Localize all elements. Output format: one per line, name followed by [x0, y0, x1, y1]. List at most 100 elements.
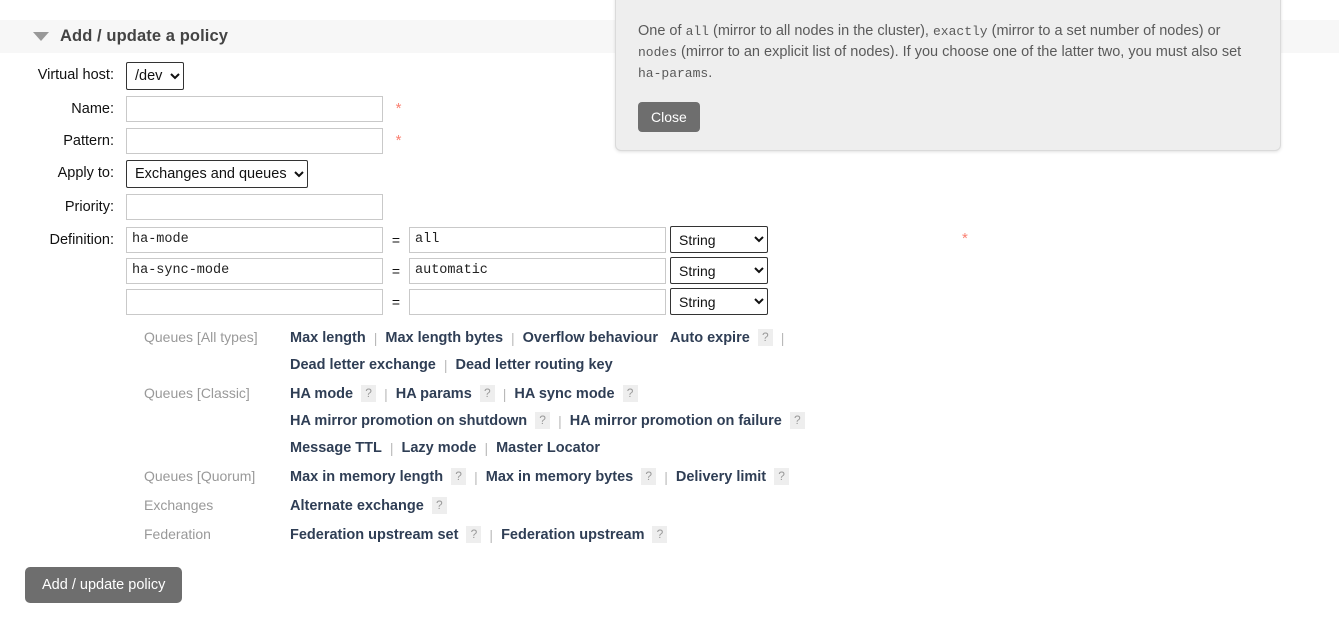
help-icon[interactable]: ?	[431, 497, 447, 514]
help-icon[interactable]: ?	[789, 412, 805, 429]
inline-code: all	[685, 24, 709, 39]
definition-value-input[interactable]	[409, 257, 666, 284]
preset-link[interactable]: Overflow behaviour	[523, 325, 658, 351]
help-icon[interactable]: ?	[479, 385, 495, 402]
preset-link[interactable]: Max in memory length	[290, 464, 443, 490]
preset-link[interactable]: Max length bytes	[385, 325, 503, 351]
preset-link-line: Federation upstream set? | Federation upst…	[290, 521, 679, 548]
preset-link-line: HA mode? | HA params? | HA sync mode?	[290, 380, 817, 407]
apply-to-label: Apply to:	[57, 165, 114, 181]
separator: |	[389, 439, 394, 456]
separator: |	[484, 439, 489, 456]
separator: |	[558, 412, 562, 429]
definition-equals-sign: =	[391, 231, 401, 248]
help-icon[interactable]: ?	[622, 385, 638, 402]
preset-link[interactable]: Federation upstream	[501, 522, 644, 548]
definition-type-select[interactable]: StringNumberBooleanList	[670, 288, 768, 315]
definition-required-marker: *	[962, 230, 968, 247]
apply-to-field-area: Exchanges and queuesExchangesQueues	[126, 160, 308, 188]
form-row-definition: Definition: = StringNumberBooleanList = Str…	[0, 226, 1000, 319]
form-row-apply-to: Apply to: Exchanges and queuesExchangesQ…	[0, 160, 1000, 188]
priority-label: Priority:	[64, 199, 114, 215]
inline-text: (mirror to an explicit list of nodes). I…	[677, 44, 1242, 61]
preset-link[interactable]: Delivery limit	[676, 464, 766, 490]
preset-link[interactable]: Max in memory bytes	[486, 464, 633, 490]
preset-link[interactable]: Auto expire	[670, 325, 750, 351]
separator: |	[511, 329, 515, 346]
preset-link-line: Dead letter exchange | Dead letter routing…	[290, 351, 792, 378]
vhost-label: Virtual host:	[37, 67, 114, 83]
definition-equals-sign: =	[391, 293, 401, 310]
close-button[interactable]: Close	[638, 102, 700, 133]
help-icon[interactable]: ?	[641, 468, 657, 485]
help-icon[interactable]: ?	[652, 526, 668, 543]
inline-text: (mirror to all nodes in the cluster),	[708, 23, 933, 39]
definition-equals-sign: =	[391, 262, 401, 279]
definition-rows: = StringNumberBooleanList = StringNumberBoo…	[126, 226, 768, 319]
vhost-field-area: /dev/	[126, 62, 184, 90]
definition-field-area: = StringNumberBooleanList = StringNumberBoo…	[126, 226, 768, 319]
definition-type-select[interactable]: StringNumberBooleanList	[670, 226, 768, 253]
policy-preset-links: Queues [All types] Max length | Max length …	[0, 324, 1000, 550]
definition-key-input[interactable]	[126, 288, 383, 315]
preset-link[interactable]: Dead letter routing key	[456, 352, 613, 378]
help-popup-text: One of all (mirror to all nodes in the c…	[638, 21, 1258, 84]
inline-text: .	[708, 65, 713, 82]
help-icon[interactable]: ?	[774, 468, 790, 485]
help-icon[interactable]: ?	[466, 526, 482, 543]
preset-link[interactable]: Message TTL	[290, 435, 382, 461]
definition-key-input[interactable]	[126, 226, 383, 253]
separator: |	[373, 329, 378, 346]
preset-link[interactable]: Lazy mode	[402, 435, 477, 461]
definition-value-input[interactable]	[409, 288, 666, 315]
preset-link[interactable]: Max length	[290, 325, 366, 351]
separator: |	[443, 356, 448, 373]
preset-link[interactable]: HA mirror promotion on failure	[570, 408, 782, 434]
help-icon[interactable]: ?	[451, 468, 467, 485]
definition-row: = StringNumberBooleanList	[126, 257, 768, 284]
definition-type-select[interactable]: StringNumberBooleanList	[670, 257, 768, 284]
pattern-label: Pattern:	[63, 133, 114, 149]
preset-category-label: Queues [Quorum]	[144, 468, 256, 484]
definition-row: = StringNumberBooleanList	[126, 288, 768, 315]
preset-link[interactable]: HA params	[396, 381, 472, 407]
preset-group: Queues [Classic] HA mode? | HA params? | HA s…	[0, 380, 1000, 461]
preset-group: Exchanges Alternate exchange?	[0, 492, 1000, 519]
preset-link[interactable]: HA mode	[290, 381, 353, 407]
name-input[interactable]	[126, 96, 383, 122]
pattern-input[interactable]	[126, 128, 383, 154]
preset-link[interactable]: Federation upstream set	[290, 522, 458, 548]
inline-code: nodes	[638, 45, 678, 61]
help-icon[interactable]: ?	[535, 412, 551, 429]
preset-group: Queues [All types] Max length | Max length …	[0, 324, 1000, 378]
preset-link[interactable]: Alternate exchange	[290, 493, 424, 519]
preset-link[interactable]: Master Locator	[496, 435, 600, 461]
help-icon[interactable]: ?	[361, 385, 377, 402]
preset-link-line: Message TTL | Lazy mode | Master Locator	[290, 434, 817, 461]
priority-field-area	[126, 194, 383, 220]
preset-link[interactable]: Dead letter exchange	[290, 352, 436, 378]
preset-link-line: Alternate exchange?	[290, 492, 459, 519]
apply-to-select[interactable]: Exchanges and queuesExchangesQueues	[126, 160, 308, 188]
preset-link[interactable]: HA mirror promotion on shutdown	[290, 408, 527, 434]
add-update-policy-button[interactable]: Add / update policy	[25, 567, 183, 603]
inline-code: exactly	[933, 24, 988, 39]
preset-link[interactable]: HA sync mode	[514, 381, 614, 407]
preset-category-label: Federation	[144, 526, 211, 542]
inline-text: One of	[638, 23, 686, 39]
triangle-down-icon[interactable]	[33, 32, 49, 41]
preset-category-label: Queues [All types]	[144, 329, 258, 345]
help-popup: One of all (mirror to all nodes in the c…	[615, 0, 1281, 152]
preset-group: Federation Federation upstream set? | Feder…	[0, 521, 1000, 548]
definition-row: = StringNumberBooleanList	[126, 226, 768, 253]
priority-input[interactable]	[126, 194, 383, 220]
separator: |	[474, 468, 478, 485]
help-icon[interactable]: ?	[757, 329, 773, 346]
separator: |	[664, 468, 668, 485]
name-required-marker: *	[395, 100, 402, 117]
preset-link-line: Max in memory length? | Max in memory byte…	[290, 463, 801, 490]
pattern-required-marker: *	[395, 132, 402, 149]
definition-key-input[interactable]	[126, 257, 383, 284]
virtual-host-select[interactable]: /dev/	[126, 62, 184, 90]
definition-value-input[interactable]	[409, 226, 666, 253]
